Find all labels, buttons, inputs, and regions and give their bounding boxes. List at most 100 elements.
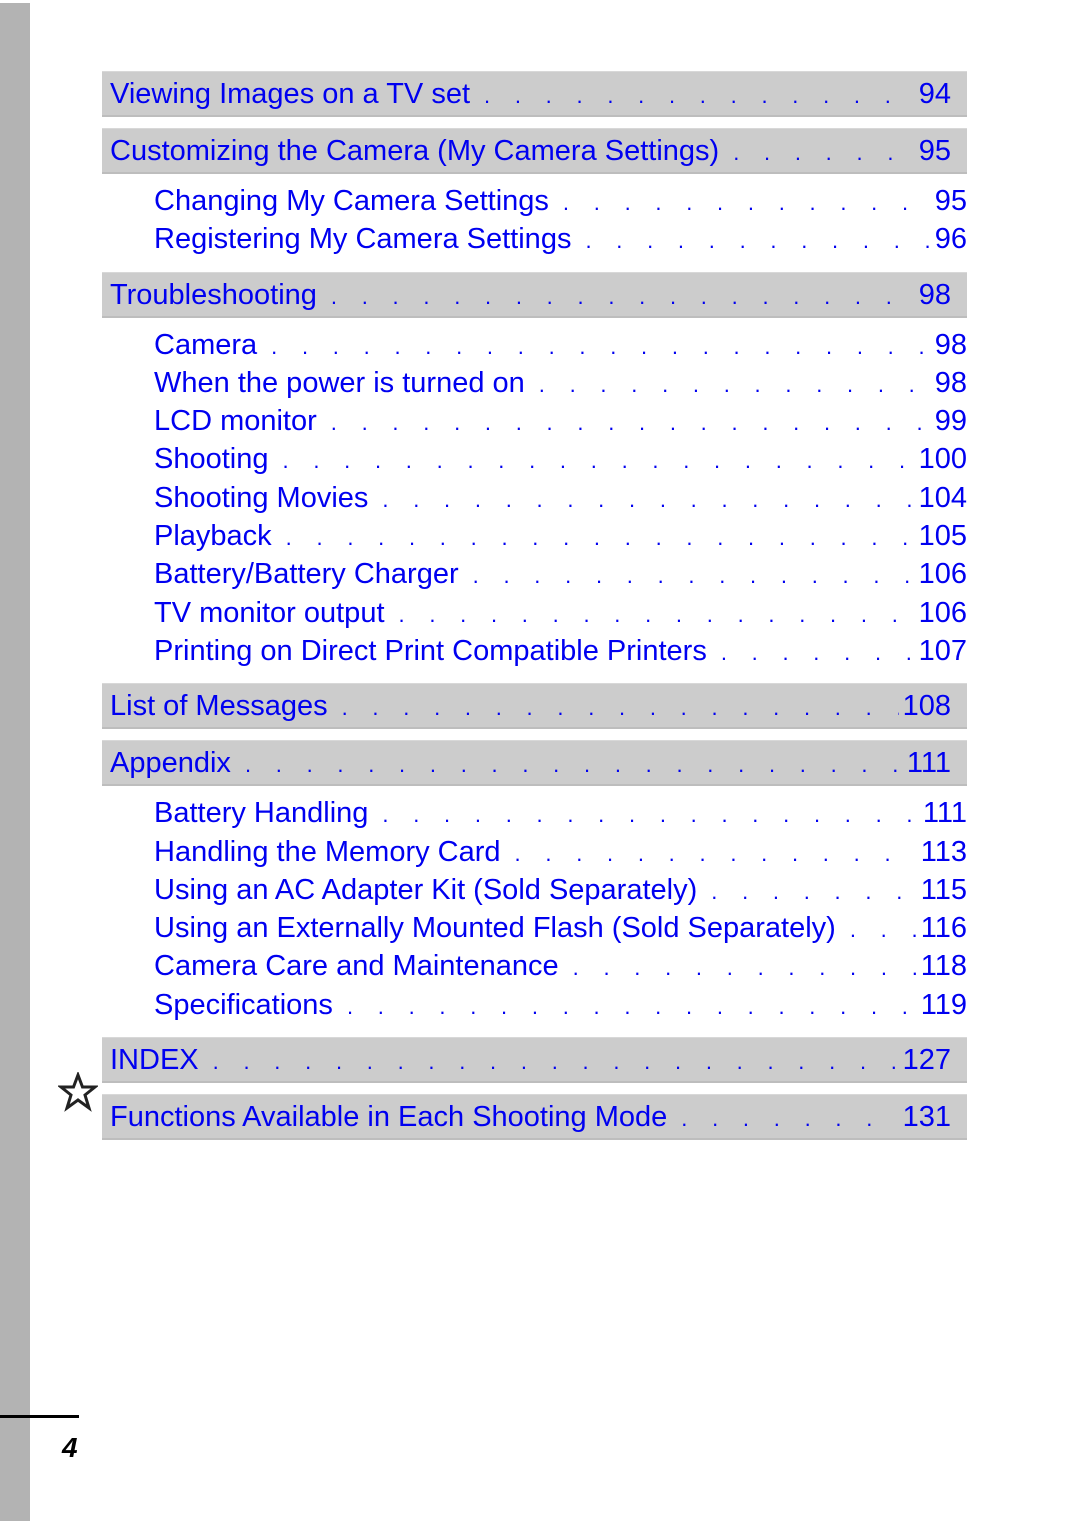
entry-page-number[interactable]: 95 [915,132,951,170]
entry-title-link[interactable]: Using an AC Adapter Kit (Sold Separately… [154,872,711,908]
entry-title-link[interactable]: Handling the Memory Card [154,834,515,870]
toc-section-bar[interactable]: List of Messages 108 [102,683,967,730]
entry-page-number[interactable]: 106 [915,595,967,631]
dot-leader [283,443,915,479]
entry-page-number[interactable]: 108 [899,687,951,725]
entry-title-link[interactable]: When the power is turned on [154,365,539,401]
entry-page-number[interactable]: 111 [919,795,967,831]
entry-title-link[interactable]: Customizing the Camera (My Camera Settin… [110,132,733,170]
toc-subsection-entry[interactable]: Registering My Camera Settings 96 [154,221,967,259]
toc-section-entry[interactable]: Troubleshooting 98 [110,276,951,316]
entry-page-number[interactable]: 95 [931,183,967,219]
entry-title-link[interactable]: Shooting [154,441,283,477]
entry-title-link[interactable]: List of Messages [110,687,342,725]
toc-subsection-entry[interactable]: Handling the Memory Card 113 [154,834,967,872]
entry-title-link[interactable]: LCD monitor [154,403,331,439]
entry-page-number[interactable]: 113 [917,834,967,870]
dot-leader [733,134,915,172]
toc-subsection-entry[interactable]: Using an Externally Mounted Flash (Sold … [154,910,967,948]
entry-page-number[interactable]: 106 [915,556,967,592]
entry-page-number[interactable]: 118 [917,948,967,984]
entry-page-number[interactable]: 99 [931,403,967,439]
toc-section-entry[interactable]: INDEX 127 [110,1041,951,1081]
dot-leader [286,520,915,556]
toc-subsection-entry[interactable]: Changing My Camera Settings 95 [154,183,967,221]
entry-title-link[interactable]: Battery/Battery Charger [154,556,473,592]
toc-subsection-entry[interactable]: Printing on Direct Print Compatible Prin… [154,633,967,671]
toc-section-bar[interactable]: Customizing the Camera (My Camera Settin… [102,128,967,174]
toc-subsection-entry[interactable]: Shooting 100 [154,441,967,479]
toc-section-entry[interactable]: Viewing Images on a TV set 94 [110,75,951,115]
dot-leader [515,836,917,872]
entry-title-link[interactable]: Printing on Direct Print Compatible Prin… [154,633,721,669]
entry-page-number[interactable]: 111 [903,744,951,782]
entry-page-number[interactable]: 98 [915,276,951,314]
entry-page-number[interactable]: 119 [917,987,967,1023]
dot-leader [347,989,917,1025]
toc-section-bar[interactable]: Troubleshooting 98 [102,271,967,318]
entry-page-number[interactable]: 96 [931,221,967,257]
entry-page-number[interactable]: 98 [931,365,967,401]
entry-page-number[interactable]: 131 [899,1098,951,1136]
entry-title-link[interactable]: Appendix [110,744,245,782]
entry-page-number[interactable]: 105 [915,518,967,554]
toc-subsection-entry[interactable]: LCD monitor 99 [154,403,967,441]
toc-subsection-entry[interactable]: Using an AC Adapter Kit (Sold Separately… [154,872,967,910]
dot-leader [331,405,931,441]
toc-subsection-entry[interactable]: Battery/Battery Charger 106 [154,556,967,594]
toc-subsection-entry[interactable]: Battery Handling 111 [154,795,967,833]
entry-page-number[interactable]: 115 [917,872,967,908]
toc-section-bar[interactable]: Viewing Images on a TV set 94 [102,71,967,117]
dot-leader [681,1100,898,1138]
dot-leader [213,1043,899,1081]
entry-page-number[interactable]: 104 [915,480,967,516]
toc-section-bar[interactable]: Appendix 111 [102,740,967,787]
entry-page-number[interactable]: 100 [915,441,967,477]
entry-title-link[interactable]: Changing My Camera Settings [154,183,563,219]
entry-title-link[interactable]: Shooting Movies [154,480,382,516]
dot-leader [382,482,914,518]
toc-subsection-entry[interactable]: Specifications 119 [154,987,967,1025]
toc-subsection-list: Changing My Camera Settings95Registering… [102,183,967,260]
toc-section-bar[interactable]: INDEX 127 [102,1037,967,1084]
toc-section-entry[interactable]: Customizing the Camera (My Camera Settin… [110,132,951,172]
entry-title-link[interactable]: TV monitor output [154,595,399,631]
footer-rule [0,1415,79,1418]
toc-subsection-entry[interactable]: TV monitor output 106 [154,595,967,633]
toc-section-entry[interactable]: List of Messages 108 [110,687,951,727]
dot-leader [573,950,917,986]
entry-title-link[interactable]: Playback [154,518,286,554]
entry-page-number[interactable]: 98 [931,327,967,363]
dot-leader [245,746,903,784]
dot-leader [271,329,931,365]
dot-leader [585,223,930,259]
toc-subsection-entry[interactable]: When the power is turned on 98 [154,365,967,403]
entry-title-link[interactable]: Functions Available in Each Shooting Mod… [110,1098,681,1136]
toc-subsection-entry[interactable]: Shooting Movies 104 [154,480,967,518]
toc-section-entry[interactable]: Appendix 111 [110,744,951,784]
entry-title-link[interactable]: Using an Externally Mounted Flash (Sold … [154,910,850,946]
dot-leader [539,367,931,403]
entry-title-link[interactable]: Camera Care and Maintenance [154,948,573,984]
toc-section-entry[interactable]: Functions Available in Each Shooting Mod… [110,1098,951,1138]
dot-leader [331,278,915,316]
table-of-contents: Viewing Images on a TV set 94 Customizing … [102,71,967,1151]
toc-subsection-entry[interactable]: Camera Care and Maintenance 118 [154,948,967,986]
toc-subsection-entry[interactable]: Playback 105 [154,518,967,556]
entry-page-number[interactable]: 94 [915,75,951,113]
entry-page-number[interactable]: 107 [915,633,967,669]
entry-title-link[interactable]: Viewing Images on a TV set [110,75,484,113]
entry-title-link[interactable]: Troubleshooting [110,276,331,314]
toc-subsection-entry[interactable]: Camera 98 [154,327,967,365]
entry-page-number[interactable]: 127 [899,1041,951,1079]
dot-leader [721,635,915,671]
entry-title-link[interactable]: Battery Handling [154,795,382,831]
page-number: 4 [62,1432,78,1463]
toc-section-bar[interactable]: Functions Available in Each Shooting Mod… [102,1094,967,1141]
entry-title-link[interactable]: INDEX [110,1041,213,1079]
dot-leader [711,874,917,910]
entry-page-number[interactable]: 116 [917,910,967,946]
entry-title-link[interactable]: Camera [154,327,271,363]
entry-title-link[interactable]: Specifications [154,987,347,1023]
entry-title-link[interactable]: Registering My Camera Settings [154,221,585,257]
